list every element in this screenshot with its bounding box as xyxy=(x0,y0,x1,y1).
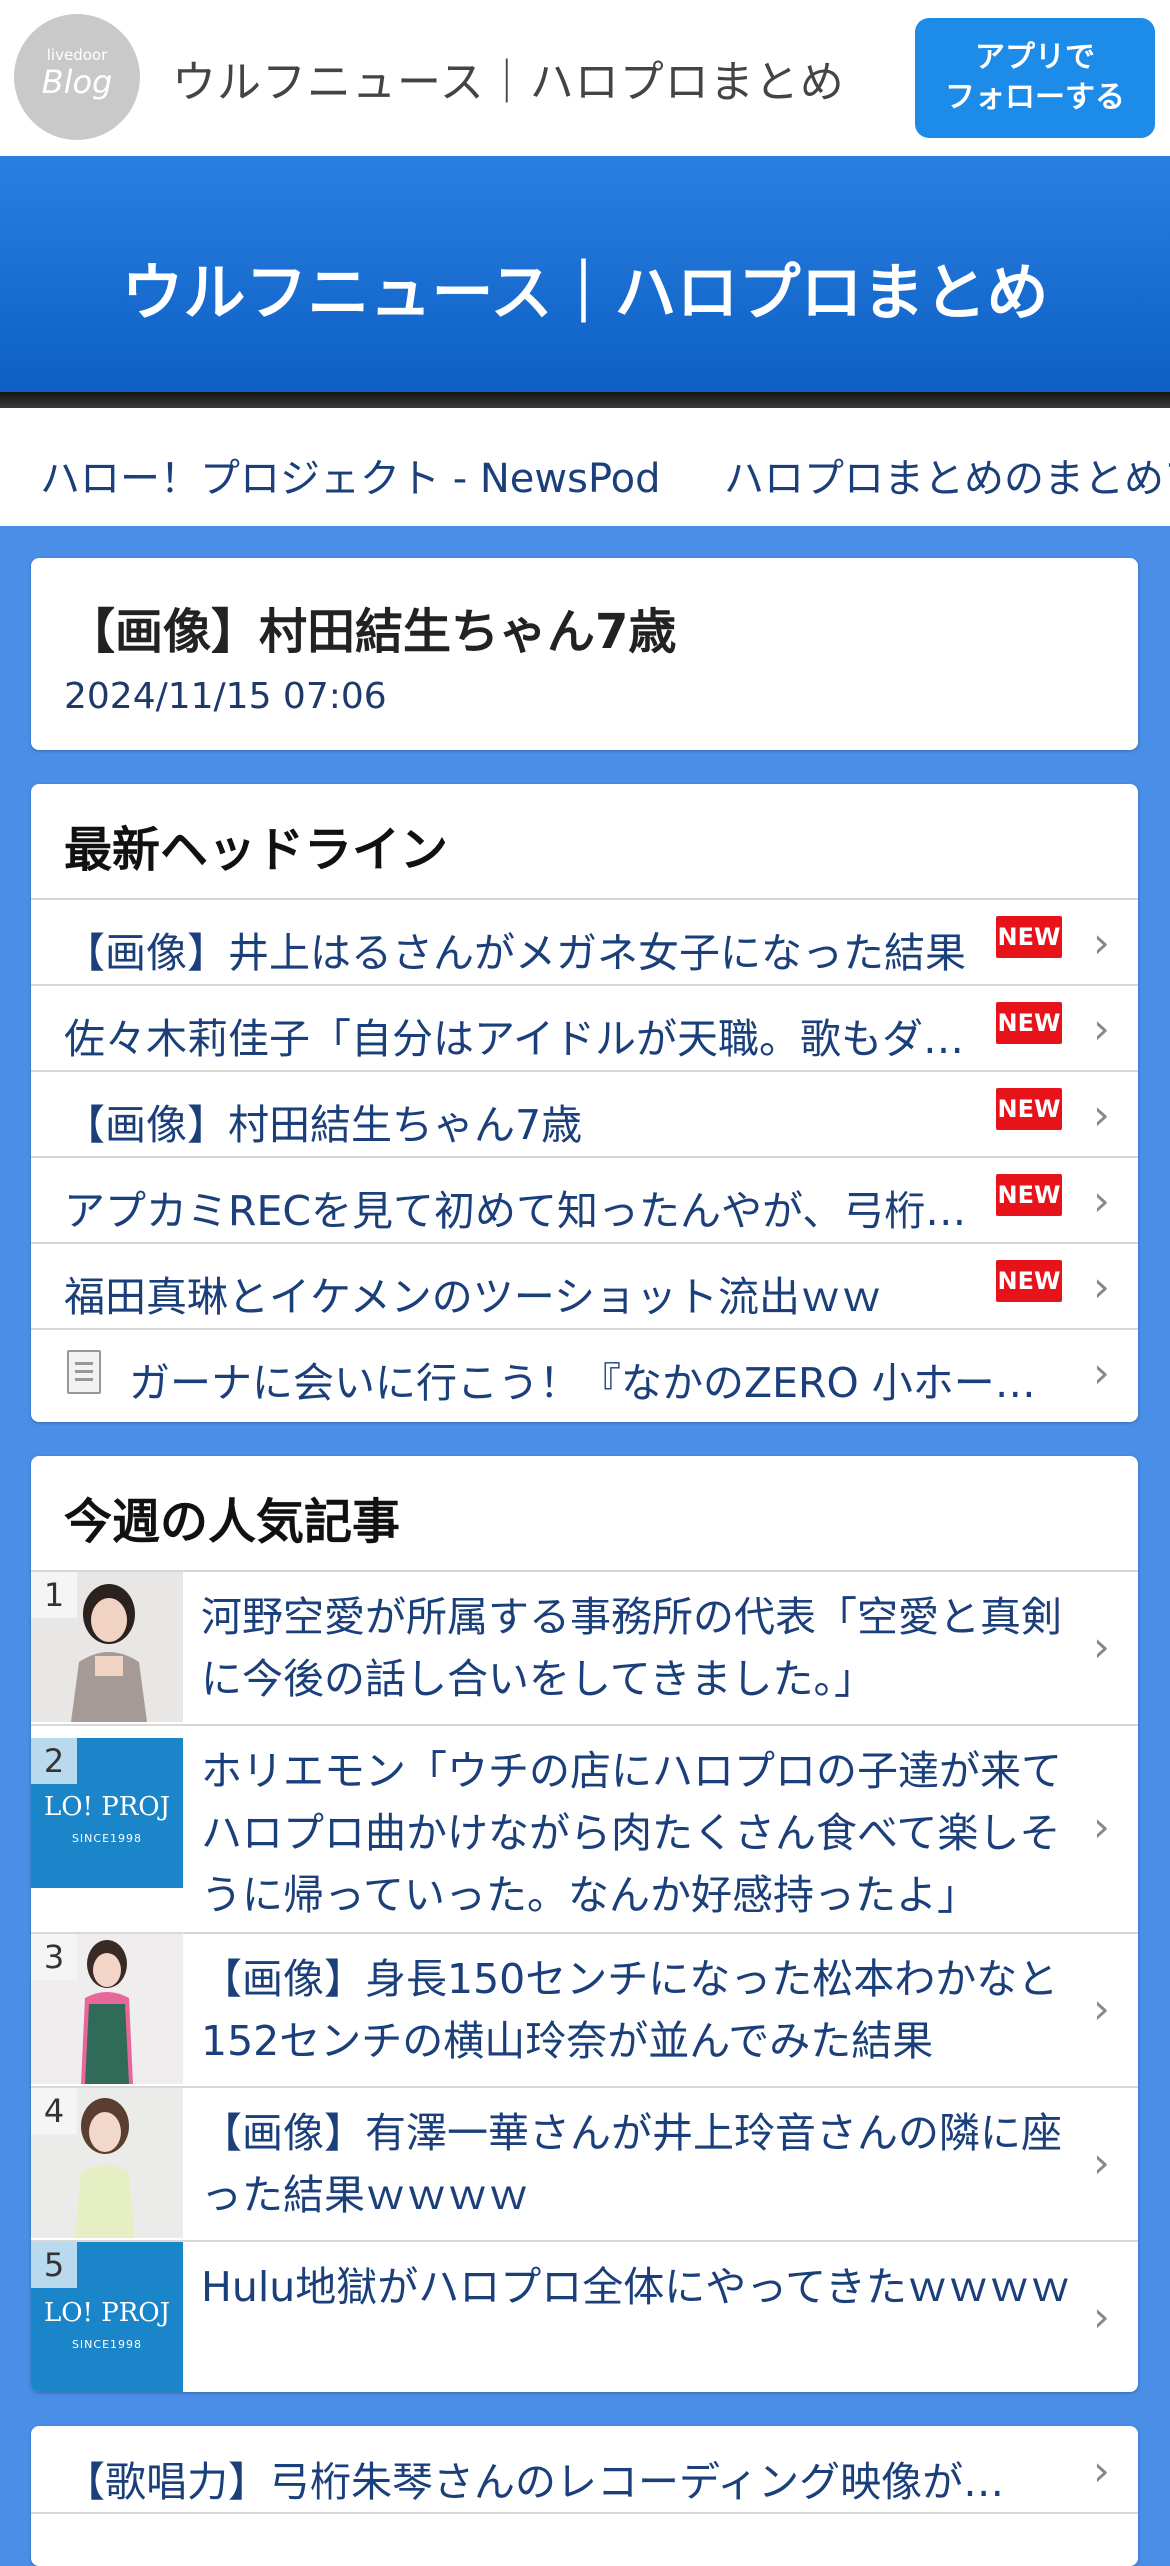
document-icon xyxy=(67,1350,101,1394)
article-thumbnail: 4 xyxy=(31,2088,183,2238)
livedoor-blog-logo[interactable]: livedoor Blog xyxy=(14,14,140,140)
headline-text: 佐々木莉佳子「自分はアイドルが天職。歌もダ… xyxy=(64,1015,964,1063)
follow-line2: フォローする xyxy=(945,80,1125,115)
new-badge: NEW xyxy=(996,1088,1062,1130)
headline-row[interactable]: 佐々木莉佳子「自分はアイドルが天職。歌もダ… NEW › xyxy=(31,984,1138,1072)
popular-row[interactable]: 3 【画像】身長150センチになった松本わかなと152センチの横山玲奈が並んでみ… xyxy=(31,1932,1138,2086)
headline-text: 【画像】井上はるさんがメガネ女子になった結果 xyxy=(64,929,966,977)
chevron-right-icon: › xyxy=(1093,918,1110,967)
headline-text: 【画像】村田結生ちゃん7歳 xyxy=(64,1101,583,1149)
rank-number: 4 xyxy=(31,2088,77,2134)
chevron-right-icon: › xyxy=(1093,1262,1110,1311)
popular-row[interactable]: 1 河野空愛が所属する事務所の代表「空愛と真剣に今後の話し合いをしてきました。」… xyxy=(31,1570,1138,1724)
rank-number: 5 xyxy=(31,2242,77,2288)
chevron-right-icon: › xyxy=(1093,1176,1110,1225)
weekly-popular-card: 今週の人気記事 1 河野空愛が所属する事務所の代表「空愛と真剣に今後の話し合いを… xyxy=(31,1456,1138,2392)
thumb-logo-sub: SINCE1998 xyxy=(71,2338,143,2351)
latest-headlines-card: 最新ヘッドライン 【画像】井上はるさんがメガネ女子になった結果 NEW › 佐々… xyxy=(31,784,1138,1422)
new-badge: NEW xyxy=(996,916,1062,958)
popular-title: Hulu地獄がハロプロ全体にやってきたｗｗｗｗ xyxy=(201,2263,1071,2311)
rank-number: 3 xyxy=(31,1934,77,1980)
headline-row[interactable]: アプカミRECを見て初めて知ったんやが、弓桁… NEW › xyxy=(31,1156,1138,1244)
article-title: 【画像】村田結生ちゃん7歳 xyxy=(67,604,677,660)
rank-number: 1 xyxy=(31,1572,77,1618)
chevron-right-icon: › xyxy=(1093,1622,1110,1671)
blog-header-banner[interactable]: ウルフニュース｜ハロプロまとめ xyxy=(0,156,1170,392)
related-text: 【歌唱力】弓桁朱琴さんのレコーディング映像が… xyxy=(64,2458,1005,2506)
popular-row[interactable]: LO! PROJ SINCE1998 5 Hulu地獄がハロプロ全体にやってきた… xyxy=(31,2240,1138,2392)
article-date: 2024/11/15 07:06 xyxy=(64,676,387,717)
headline-text: 福田真琳とイケメンのツーショット流出ｗｗ xyxy=(64,1273,882,1321)
logo-small-text: livedoor xyxy=(46,46,108,64)
link-strip: ハロー！プロジェクト - NewsPod ハロプロまとめのまとめア xyxy=(0,408,1170,526)
chevron-right-icon: › xyxy=(1093,1984,1110,2033)
follow-line1: アプリで xyxy=(975,40,1095,75)
chevron-right-icon: › xyxy=(1093,2446,1110,2495)
popular-title: 【画像】有澤一華さんが井上玲音さんの隣に座った結果ｗｗｗｗ xyxy=(201,2109,1062,2219)
headline-row[interactable]: ガーナに会いに行こう！『なかのZERO 小ホー… › xyxy=(31,1328,1138,1416)
banner-title: ウルフニュース｜ハロプロまとめ xyxy=(121,256,1049,329)
related-row[interactable]: 【歌唱力】弓桁朱琴さんのレコーディング映像が… › xyxy=(31,2426,1138,2512)
thumb-logo-text: LO! PROJ xyxy=(43,2298,171,2328)
banner-divider xyxy=(0,392,1170,408)
headline-row[interactable]: 【画像】村田結生ちゃん7歳 NEW › xyxy=(31,1070,1138,1158)
link-strip-item[interactable]: ハロプロまとめのまとめア xyxy=(724,446,1170,504)
link-strip-item[interactable]: ハロー！プロジェクト - NewsPod xyxy=(40,446,661,504)
section-title: 今週の人気記事 xyxy=(64,1494,401,1550)
new-badge: NEW xyxy=(996,1260,1062,1302)
section-title: 最新ヘッドライン xyxy=(64,822,449,878)
headline-row[interactable]: 福田真琳とイケメンのツーショット流出ｗｗ NEW › xyxy=(31,1242,1138,1330)
chevron-right-icon: › xyxy=(1093,1348,1110,1397)
chevron-right-icon: › xyxy=(1093,1004,1110,1053)
headline-text: アプカミRECを見て初めて知ったんやが、弓桁… xyxy=(64,1187,967,1235)
article-header-card: 【画像】村田結生ちゃん7歳 2024/11/15 07:06 xyxy=(31,558,1138,750)
article-thumbnail: LO! PROJ SINCE1998 2 xyxy=(31,1738,183,1888)
site-name[interactable]: ウルフニュース｜ハロプロまとめ xyxy=(172,46,845,110)
row-divider xyxy=(31,2512,1138,2514)
logo-big-text: Blog xyxy=(41,63,113,101)
related-articles-card: 【歌唱力】弓桁朱琴さんのレコーディング映像が… › xyxy=(31,2426,1138,2566)
follow-app-button[interactable]: アプリで フォローする xyxy=(915,18,1155,138)
thumb-logo-text: LO! PROJ xyxy=(43,1792,171,1822)
top-bar: livedoor Blog ウルフニュース｜ハロプロまとめ アプリで フォローす… xyxy=(0,0,1170,156)
new-badge: NEW xyxy=(996,1174,1062,1216)
article-thumbnail: 1 xyxy=(31,1572,183,1722)
article-thumbnail: 3 xyxy=(31,1934,183,2084)
headline-row[interactable]: 【画像】井上はるさんがメガネ女子になった結果 NEW › xyxy=(31,898,1138,986)
popular-title: 【画像】身長150センチになった松本わかなと152センチの横山玲奈が並んでみた結… xyxy=(201,1955,1059,2065)
article-thumbnail: LO! PROJ SINCE1998 5 xyxy=(31,2242,183,2392)
headline-text: ガーナに会いに行こう！『なかのZERO 小ホー… xyxy=(129,1359,1036,1407)
thumb-logo-sub: SINCE1998 xyxy=(71,1832,143,1845)
chevron-right-icon: › xyxy=(1093,1090,1110,1139)
chevron-right-icon: › xyxy=(1093,1802,1110,1851)
rank-number: 2 xyxy=(31,1738,77,1784)
popular-row[interactable]: 4 【画像】有澤一華さんが井上玲音さんの隣に座った結果ｗｗｗｗ › xyxy=(31,2086,1138,2240)
popular-row[interactable]: LO! PROJ SINCE1998 2 ホリエモン「ウチの店にハロプロの子達が… xyxy=(31,1724,1138,1932)
new-badge: NEW xyxy=(996,1002,1062,1044)
popular-title: 河野空愛が所属する事務所の代表「空愛と真剣に今後の話し合いをしてきました。」 xyxy=(201,1593,1062,1703)
chevron-right-icon: › xyxy=(1093,2292,1110,2341)
chevron-right-icon: › xyxy=(1093,2138,1110,2187)
popular-title: ホリエモン「ウチの店にハロプロの子達が来てハロプロ曲かけながら肉たくさん食べて楽… xyxy=(201,1747,1062,1919)
